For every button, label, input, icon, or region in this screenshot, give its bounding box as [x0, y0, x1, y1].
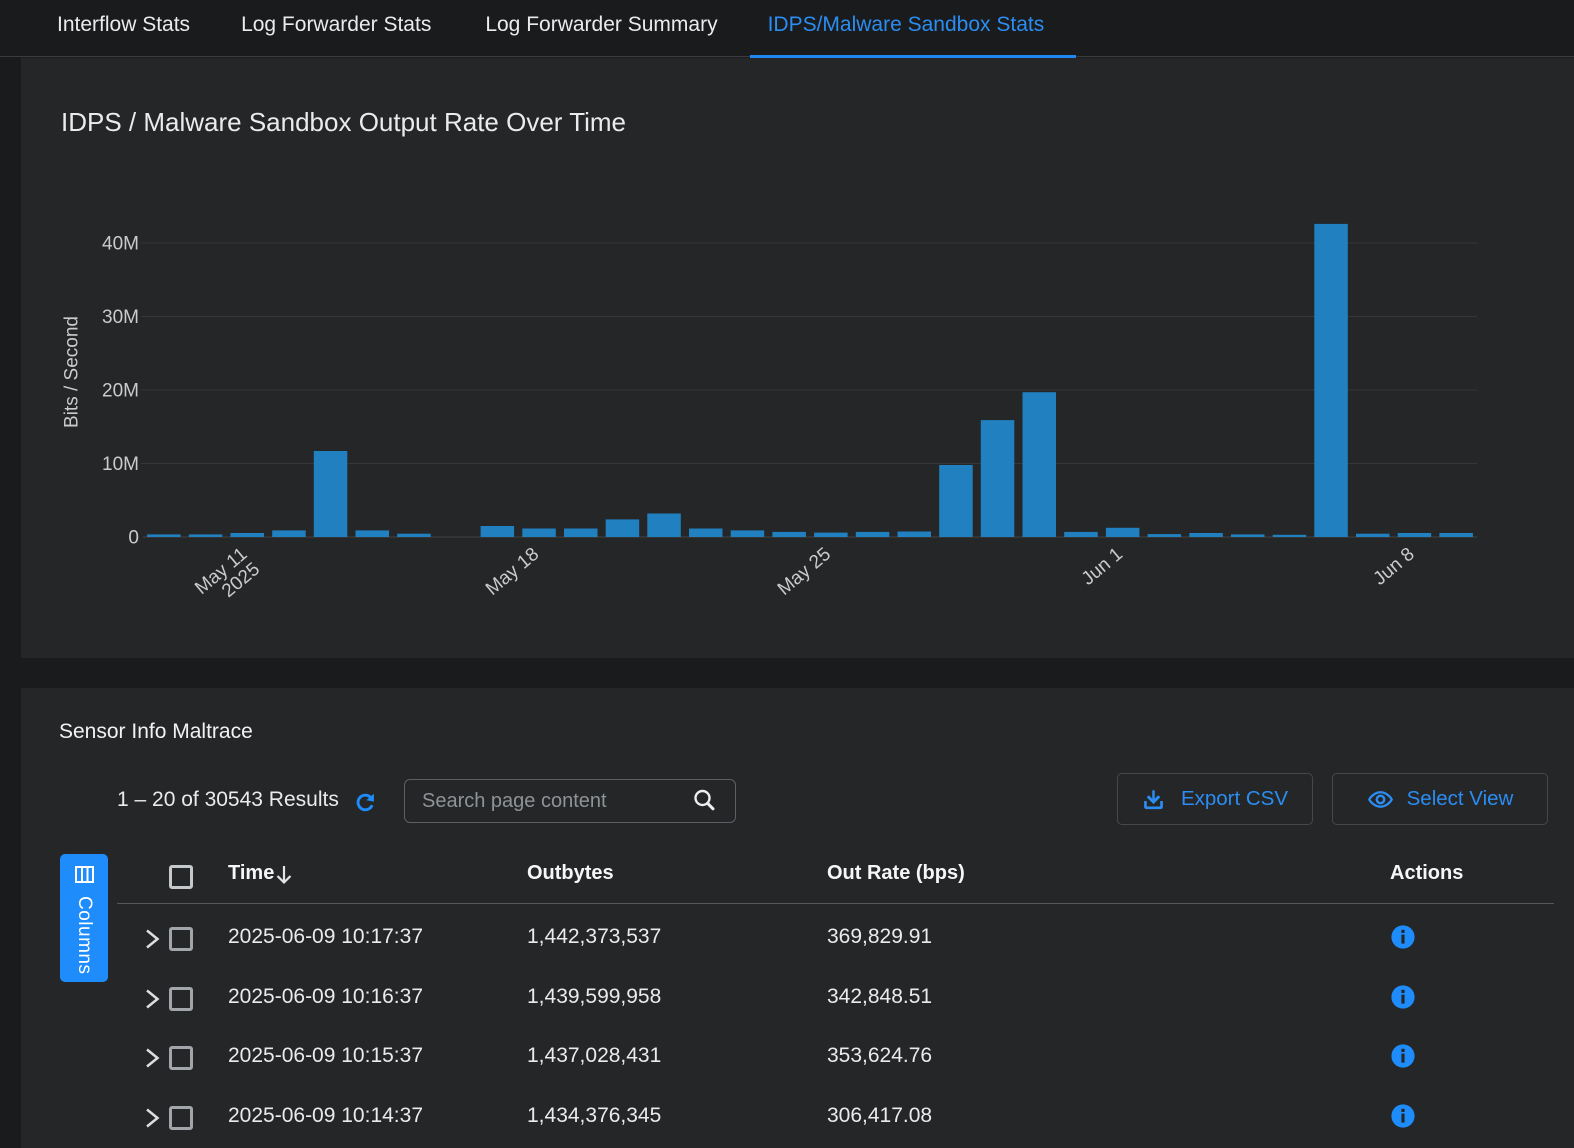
svg-text:May 18: May 18: [482, 544, 543, 600]
svg-text:10M: 10M: [102, 454, 139, 475]
svg-text:May 25: May 25: [774, 544, 835, 600]
svg-text:Jun 1: Jun 1: [1078, 544, 1127, 590]
svg-text:40M: 40M: [102, 234, 139, 255]
svg-text:0: 0: [128, 528, 139, 549]
svg-text:30M: 30M: [102, 307, 139, 328]
svg-text:Jun 8: Jun 8: [1370, 544, 1419, 590]
svg-text:20M: 20M: [102, 381, 139, 402]
svg-text:Bits / Second: Bits / Second: [62, 316, 83, 428]
